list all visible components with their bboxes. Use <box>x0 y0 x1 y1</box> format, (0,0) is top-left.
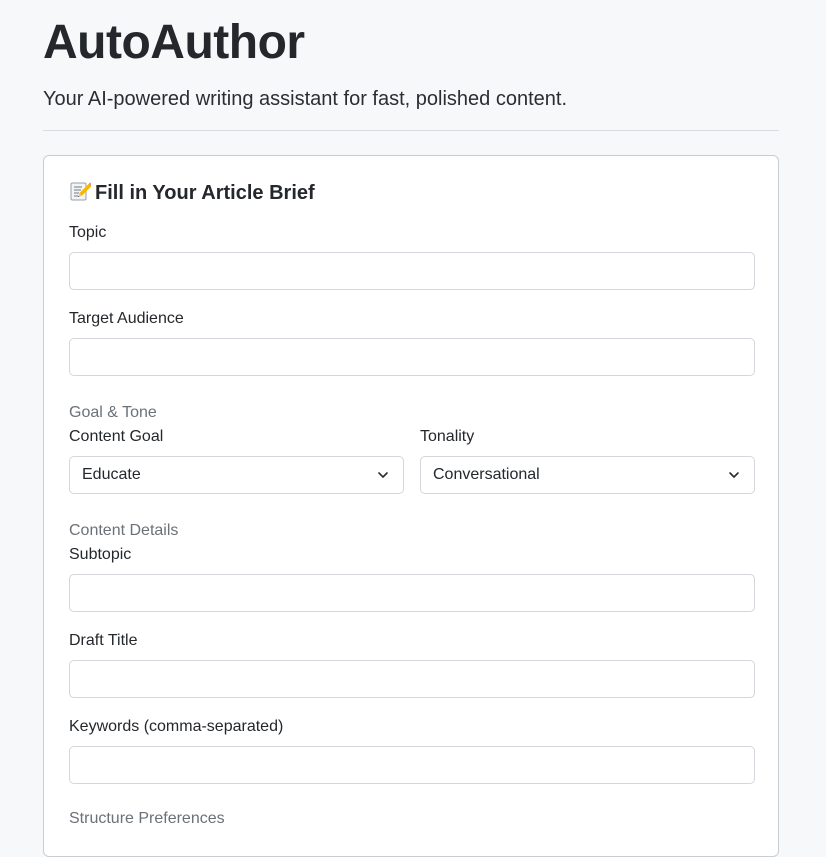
content-goal-select[interactable]: Educate <box>69 456 404 494</box>
structure-section-label: Structure Preferences <box>69 810 225 827</box>
keywords-label: Keywords (comma-separated) <box>69 718 284 735</box>
app-subtitle: Your AI-powered writing assistant for fa… <box>43 88 567 110</box>
topic-label: Topic <box>69 224 107 241</box>
subtopic-input[interactable] <box>69 574 755 612</box>
header-divider <box>43 130 779 131</box>
content-goal-value: Educate <box>82 466 141 483</box>
audience-input[interactable] <box>69 338 755 376</box>
draft-title-label: Draft Title <box>69 632 138 649</box>
form-title: Fill in Your Article Brief <box>69 180 315 205</box>
app-title: AutoAuthor <box>43 16 305 69</box>
article-brief-card: Fill in Your Article Brief Topic Target … <box>43 155 779 857</box>
content-goal-label: Content Goal <box>69 428 164 445</box>
tonality-label: Tonality <box>420 428 475 445</box>
content-details-section-label: Content Details <box>69 522 179 539</box>
tonality-select[interactable]: Conversational <box>420 456 755 494</box>
audience-label: Target Audience <box>69 310 184 327</box>
goal-tone-section-label: Goal & Tone <box>69 404 157 421</box>
subtopic-label: Subtopic <box>69 546 132 563</box>
draft-title-input[interactable] <box>69 660 755 698</box>
chevron-down-icon <box>378 472 388 478</box>
topic-input[interactable] <box>69 252 755 290</box>
memo-icon <box>69 180 93 202</box>
chevron-down-icon <box>729 472 739 478</box>
tonality-value: Conversational <box>433 466 540 483</box>
keywords-input[interactable] <box>69 746 755 784</box>
form-title-text: Fill in Your Article Brief <box>95 182 315 204</box>
